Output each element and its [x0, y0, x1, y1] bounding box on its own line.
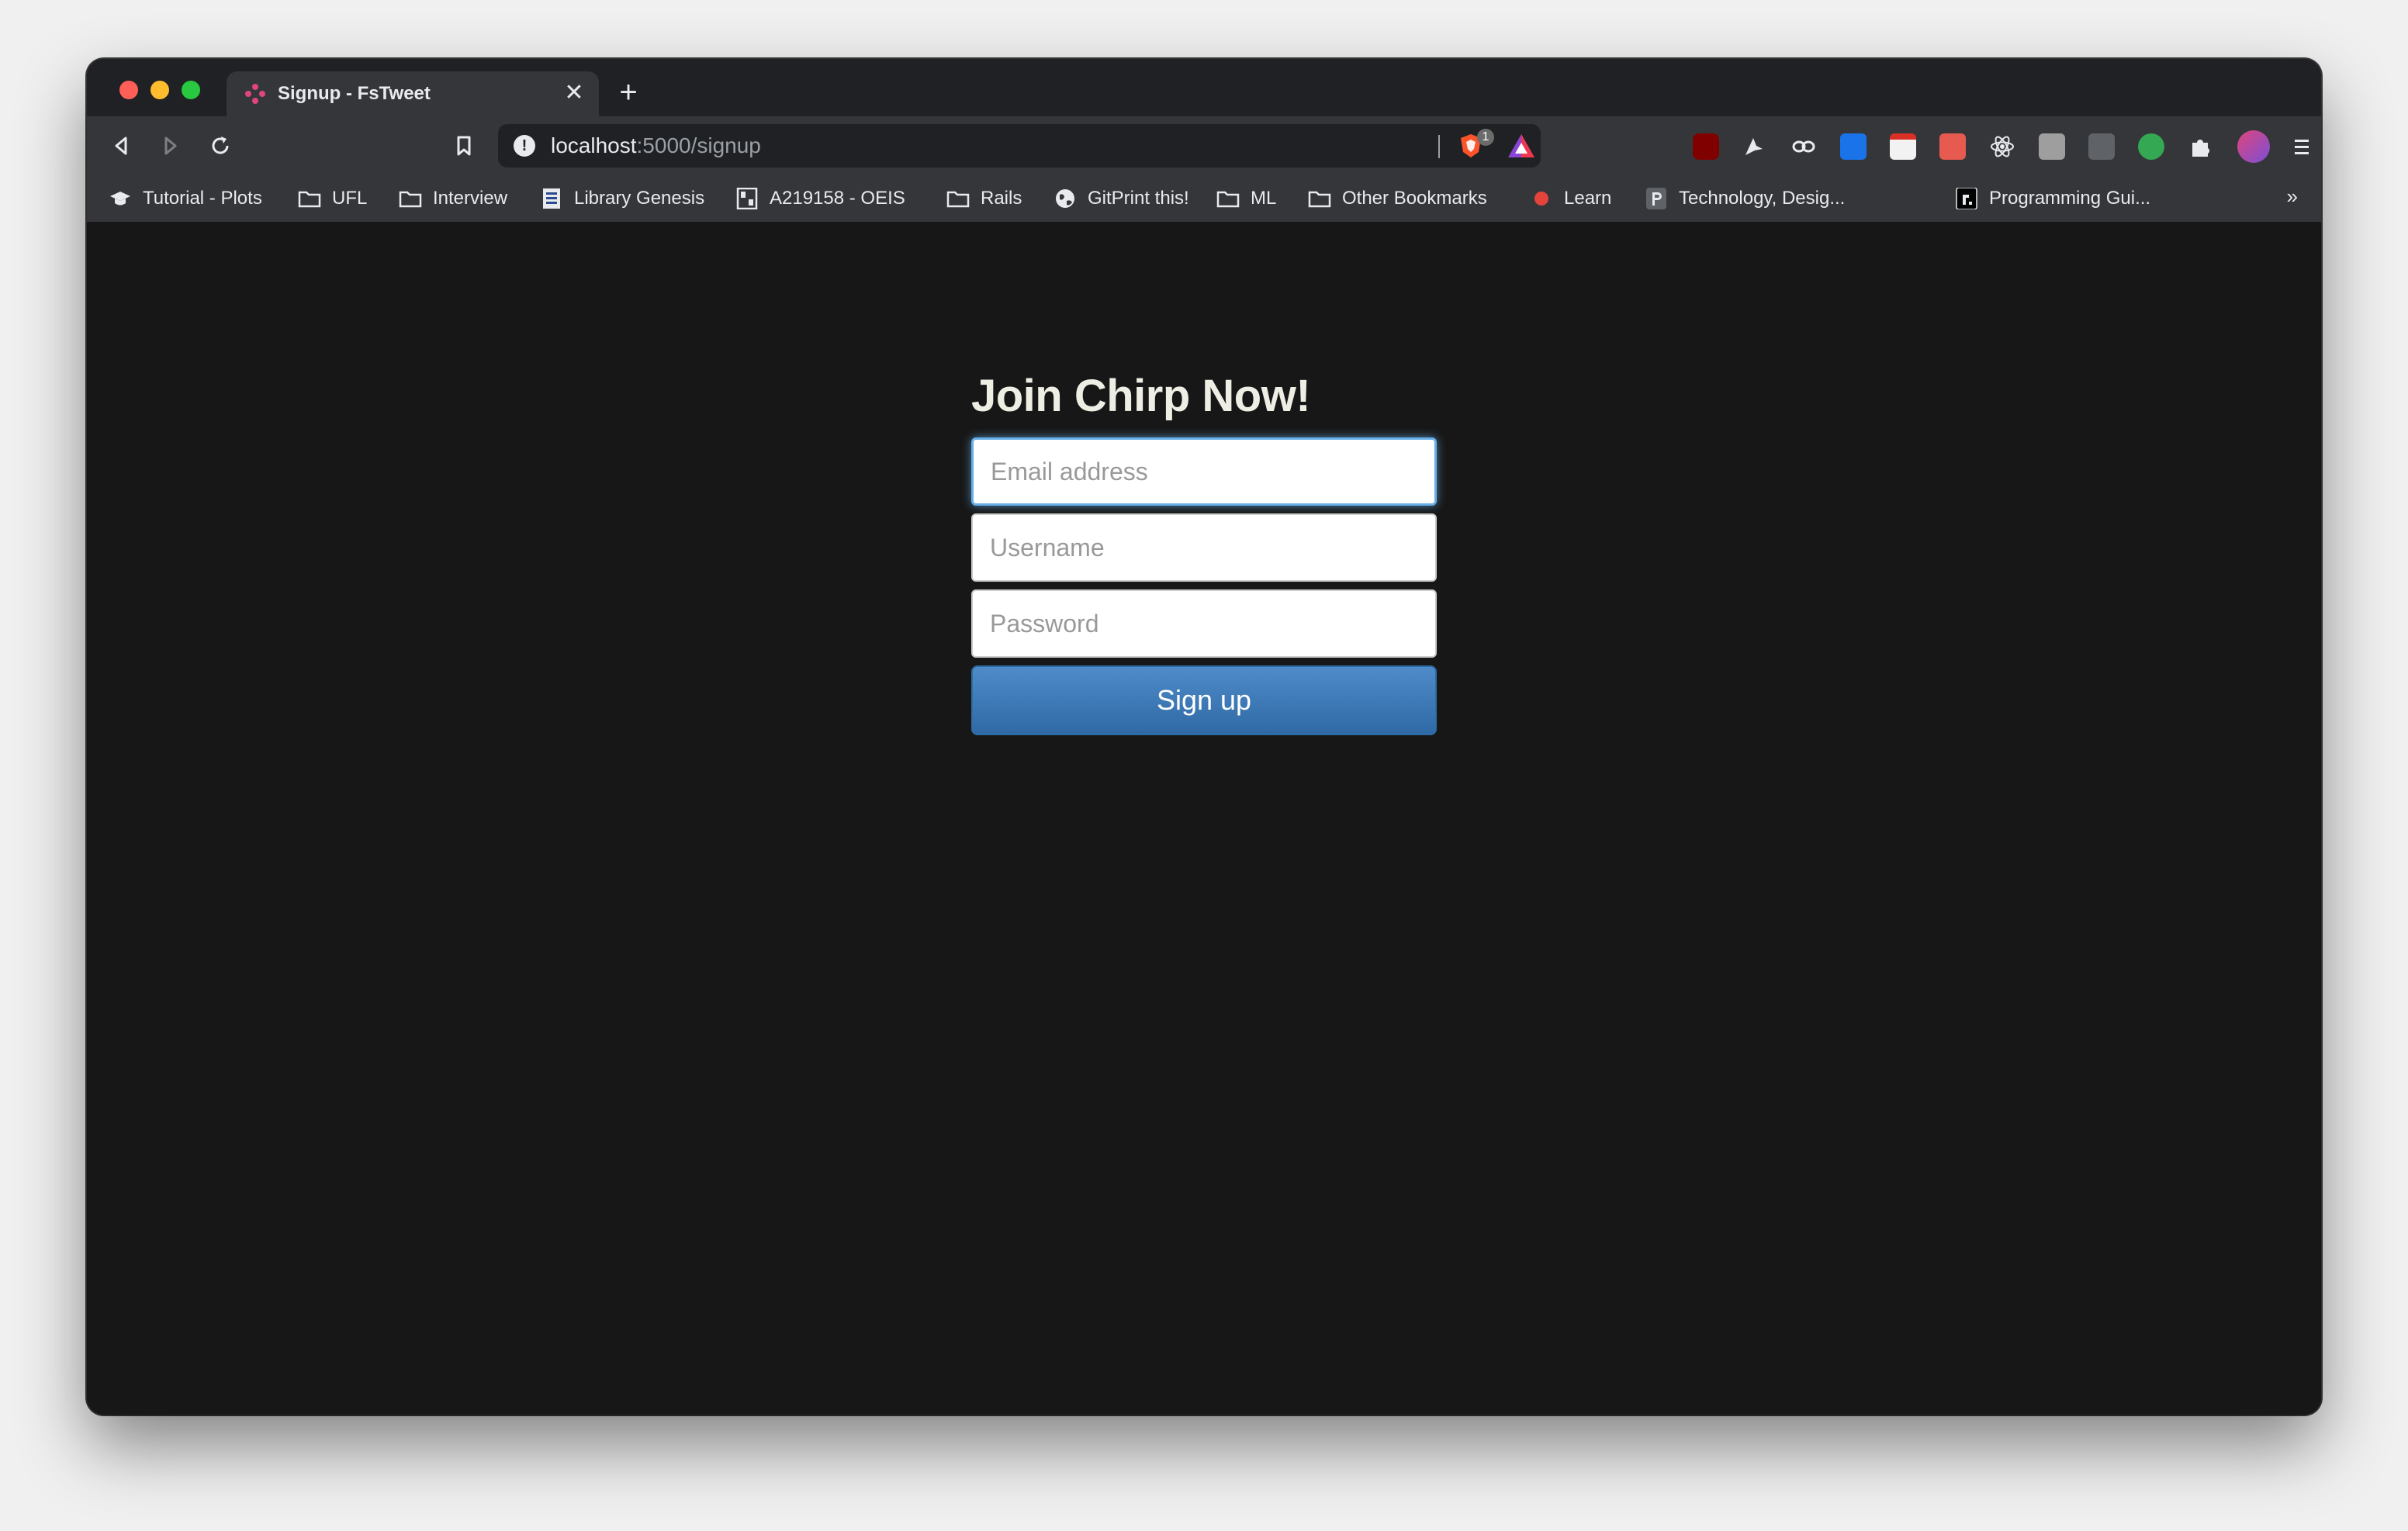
- library-genesis-icon: [543, 188, 560, 209]
- bookmark-folder-ufl[interactable]: UFL: [298, 186, 367, 211]
- bookmark-folder-rails[interactable]: Rails: [946, 186, 1022, 211]
- bird-extension-icon[interactable]: [1741, 133, 1767, 160]
- bookmark-learn[interactable]: Learn: [1530, 186, 1611, 211]
- signup-form: Join Chirp Now! Sign up: [971, 369, 1437, 735]
- brave-rewards-icon[interactable]: [1507, 132, 1536, 160]
- bookmark-library-genesis[interactable]: Library Genesis: [540, 186, 704, 211]
- folder-icon: [1216, 191, 1240, 208]
- folder-icon: [946, 191, 970, 208]
- s-extension-icon[interactable]: [1840, 133, 1867, 160]
- bookmark-icon: [457, 136, 471, 156]
- bookmark-gitprint[interactable]: GitPrint this!: [1054, 186, 1189, 211]
- bookmark-folder-interview[interactable]: Interview: [399, 186, 507, 211]
- k-extension-icon[interactable]: [2039, 133, 2065, 160]
- sign-up-button[interactable]: Sign up: [971, 665, 1437, 735]
- folder-icon: [1308, 191, 1331, 208]
- bookmark-label: Technology, Desig...: [1679, 188, 1846, 209]
- back-arrow-icon: [115, 137, 127, 155]
- bookmark-label: Other Bookmarks: [1342, 188, 1487, 209]
- omnibox-divider: [1438, 135, 1440, 158]
- tab-title: Signup - FsTweet: [278, 83, 431, 104]
- globe-icon: [1056, 189, 1074, 208]
- react-devtools-icon[interactable]: [1989, 133, 2015, 160]
- pdf-extension-icon[interactable]: [1890, 133, 1916, 160]
- bookmarks-bar: Tutorial - Plots UFL Interview Library G…: [87, 175, 2321, 222]
- grid-extension-icon[interactable]: [1939, 133, 1966, 160]
- minimize-window-button[interactable]: [150, 81, 169, 99]
- shields-count-badge: 1: [1477, 129, 1494, 146]
- bookmark-folder-other[interactable]: Other Bookmarks: [1308, 186, 1487, 211]
- ublock-origin-icon[interactable]: [1693, 133, 1719, 160]
- green-toggle-extension-icon[interactable]: [2138, 133, 2164, 160]
- url-path: :5000/signup: [636, 133, 761, 157]
- email-input[interactable]: [971, 437, 1437, 506]
- bookmarks-overflow-button[interactable]: »: [2287, 185, 2298, 209]
- page-content: Join Chirp Now! Sign up: [87, 222, 2321, 1415]
- bookmark-label: Tutorial - Plots: [143, 188, 262, 209]
- grey-extension-icon[interactable]: [2088, 133, 2115, 160]
- url-host: localhost: [551, 133, 637, 157]
- profile-avatar[interactable]: [2237, 130, 2270, 163]
- bookmark-label: Programming Gui...: [1989, 188, 2151, 209]
- forward-arrow-icon: [164, 137, 177, 155]
- browser-window: Signup - FsTweet ✕ + ! localhost:5000/si…: [87, 59, 2321, 1415]
- red-dot-icon: [1534, 192, 1548, 206]
- extensions-puzzle-icon[interactable]: [2188, 133, 2214, 160]
- back-button[interactable]: [104, 129, 138, 163]
- bookmark-label: UFL: [332, 188, 368, 209]
- bookmark-technology-design[interactable]: Technology, Desig...: [1645, 186, 1845, 211]
- forward-button[interactable]: [154, 129, 188, 163]
- folder-icon: [399, 191, 422, 208]
- bookmark-tutorial-plots[interactable]: Tutorial - Plots: [109, 186, 262, 211]
- bookmark-label: ML: [1251, 188, 1277, 209]
- close-window-button[interactable]: [119, 81, 138, 99]
- tab-strip: Signup - FsTweet ✕ +: [87, 59, 2321, 116]
- graduation-cap-icon: [110, 192, 130, 206]
- username-input[interactable]: [971, 513, 1437, 582]
- password-input[interactable]: [971, 589, 1437, 658]
- site-info-icon[interactable]: !: [514, 135, 535, 157]
- browser-toolbar: ! localhost:5000/signup 1: [87, 116, 2321, 175]
- reload-button[interactable]: [203, 129, 237, 163]
- menu-icon[interactable]: [2289, 133, 2315, 160]
- tab-signup[interactable]: Signup - FsTweet ✕: [227, 71, 599, 116]
- bookmark-label: Rails: [981, 188, 1022, 209]
- glasses-extension-icon[interactable]: [1790, 133, 1817, 160]
- url-text[interactable]: localhost:5000/signup: [551, 134, 761, 157]
- r-logo-icon: [1956, 188, 1977, 209]
- tab-close-icon[interactable]: ✕: [560, 79, 588, 107]
- p-logo-icon: [1646, 188, 1666, 209]
- bookmark-oeis[interactable]: A219158 - OEIS: [735, 186, 905, 211]
- address-bar[interactable]: ! localhost:5000/signup 1: [498, 124, 1541, 168]
- bookmark-label: Interview: [433, 188, 508, 209]
- folder-icon: [298, 191, 321, 208]
- zoom-window-button[interactable]: [182, 81, 200, 99]
- chirp-favicon-icon: [245, 84, 265, 104]
- bookmark-label: GitPrint this!: [1088, 188, 1189, 209]
- bookmark-label: Learn: [1564, 188, 1612, 209]
- new-tab-button[interactable]: +: [613, 77, 644, 109]
- bookmark-label: A219158 - OEIS: [770, 188, 905, 209]
- bookmark-page-button[interactable]: [447, 129, 481, 163]
- reload-icon: [212, 137, 229, 154]
- oeis-icon: [736, 188, 758, 209]
- bookmark-folder-ml[interactable]: ML: [1216, 186, 1276, 211]
- bookmark-label: Library Genesis: [574, 188, 705, 209]
- bookmark-programming-guide[interactable]: Programming Gui...: [1955, 186, 2150, 211]
- page-title: Join Chirp Now!: [971, 371, 1311, 421]
